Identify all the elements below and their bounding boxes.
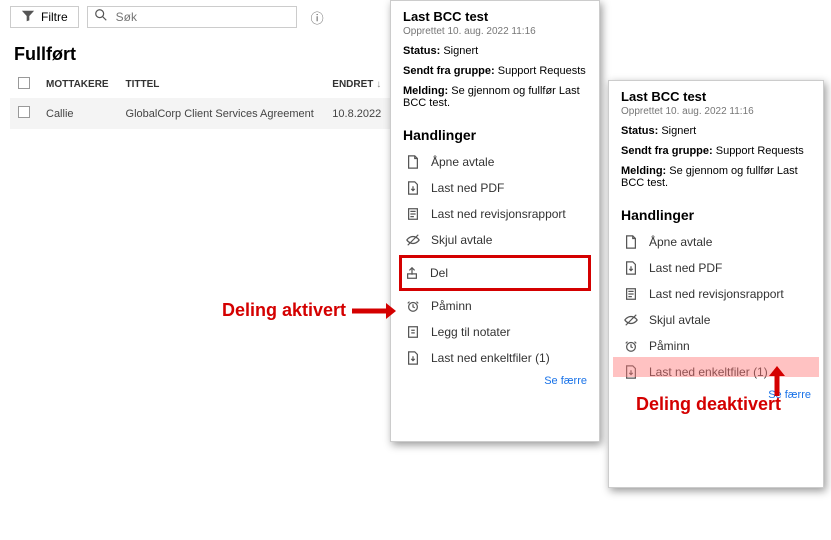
created-date: Opprettet 10. aug. 2022 11:16 <box>403 26 587 37</box>
clock-icon <box>405 299 421 313</box>
funnel-icon <box>21 9 35 26</box>
cell-recipients: Callie <box>38 98 118 129</box>
message-line: Melding: Se gjennom og fullfør Last BCC … <box>621 165 811 189</box>
action-download-audit[interactable]: Last ned revisjonsrapport <box>403 201 587 227</box>
search-input[interactable] <box>114 9 290 25</box>
cell-modified: 10.8.2022 <box>324 98 390 129</box>
download-icon <box>405 181 421 195</box>
document-icon <box>405 155 421 169</box>
message-line: Melding: Se gjennom og fullfør Last BCC … <box>403 85 587 109</box>
status-line: Status: Signert <box>403 45 587 57</box>
sort-desc-icon: ↓ <box>376 79 381 90</box>
callout-sharing-disabled: Deling deaktivert <box>636 394 781 415</box>
note-icon <box>405 325 421 339</box>
details-panel-share-disabled: Last BCC test Opprettet 10. aug. 2022 11… <box>608 80 824 488</box>
action-remind[interactable]: Påminn <box>403 293 587 319</box>
clock-icon <box>623 339 639 353</box>
action-download-audit[interactable]: Last ned revisjonsrapport <box>621 281 811 307</box>
agreement-title: Last BCC test <box>403 9 587 24</box>
action-open-agreement[interactable]: Åpne avtale <box>403 149 587 175</box>
action-add-notes[interactable]: Legg til notater <box>403 319 587 345</box>
action-download-individual[interactable]: Last ned enkeltfiler (1) <box>403 345 587 371</box>
eye-off-icon <box>405 233 421 247</box>
action-share[interactable]: Del <box>402 260 588 286</box>
group-line: Sendt fra gruppe: Support Requests <box>621 145 811 157</box>
actions-header: Handlinger <box>621 207 811 223</box>
table-row[interactable]: Callie GlobalCorp Client Services Agreem… <box>10 98 390 129</box>
action-hide-agreement[interactable]: Skjul avtale <box>621 307 811 333</box>
action-open-agreement[interactable]: Åpne avtale <box>621 229 811 255</box>
select-all-checkbox[interactable] <box>18 77 30 89</box>
cell-title: GlobalCorp Client Services Agreement <box>118 98 325 129</box>
agreements-table: MOTTAKERE TITTEL ENDRET ↓ Callie GlobalC… <box>10 71 390 129</box>
arrow-right-icon <box>352 301 396 321</box>
col-recipients[interactable]: MOTTAKERE <box>38 71 118 98</box>
search-icon <box>94 8 108 27</box>
created-date: Opprettet 10. aug. 2022 11:16 <box>621 106 811 117</box>
report-icon <box>405 207 421 221</box>
action-remind[interactable]: Påminn <box>621 333 811 359</box>
eye-off-icon <box>623 313 639 327</box>
row-checkbox[interactable] <box>18 106 30 118</box>
agreement-title: Last BCC test <box>621 89 811 104</box>
details-panel-share-enabled: Last BCC test Opprettet 10. aug. 2022 11… <box>390 0 600 442</box>
share-icon <box>404 266 420 280</box>
filter-button[interactable]: Filtre <box>10 6 79 28</box>
report-icon <box>623 287 639 301</box>
col-title[interactable]: TITTEL <box>118 71 325 98</box>
files-icon <box>405 351 421 365</box>
share-highlight-box: Del <box>399 255 591 291</box>
info-icon[interactable]: ⓘ <box>311 8 324 27</box>
table-header-row: MOTTAKERE TITTEL ENDRET ↓ <box>10 71 390 98</box>
group-line: Sendt fra gruppe: Support Requests <box>403 65 587 77</box>
download-icon <box>623 261 639 275</box>
status-line: Status: Signert <box>621 125 811 137</box>
action-hide-agreement[interactable]: Skjul avtale <box>403 227 587 253</box>
col-modified[interactable]: ENDRET ↓ <box>324 71 390 98</box>
missing-share-highlight <box>613 357 819 377</box>
see-fewer-link[interactable]: Se færre <box>403 375 587 387</box>
callout-sharing-enabled: Deling aktivert <box>222 300 396 321</box>
search-box[interactable] <box>87 6 297 28</box>
actions-header: Handlinger <box>403 127 587 143</box>
document-icon <box>623 235 639 249</box>
action-download-pdf[interactable]: Last ned PDF <box>621 255 811 281</box>
action-download-pdf[interactable]: Last ned PDF <box>403 175 587 201</box>
arrow-up-icon <box>767 366 787 396</box>
filter-label: Filtre <box>41 10 68 24</box>
